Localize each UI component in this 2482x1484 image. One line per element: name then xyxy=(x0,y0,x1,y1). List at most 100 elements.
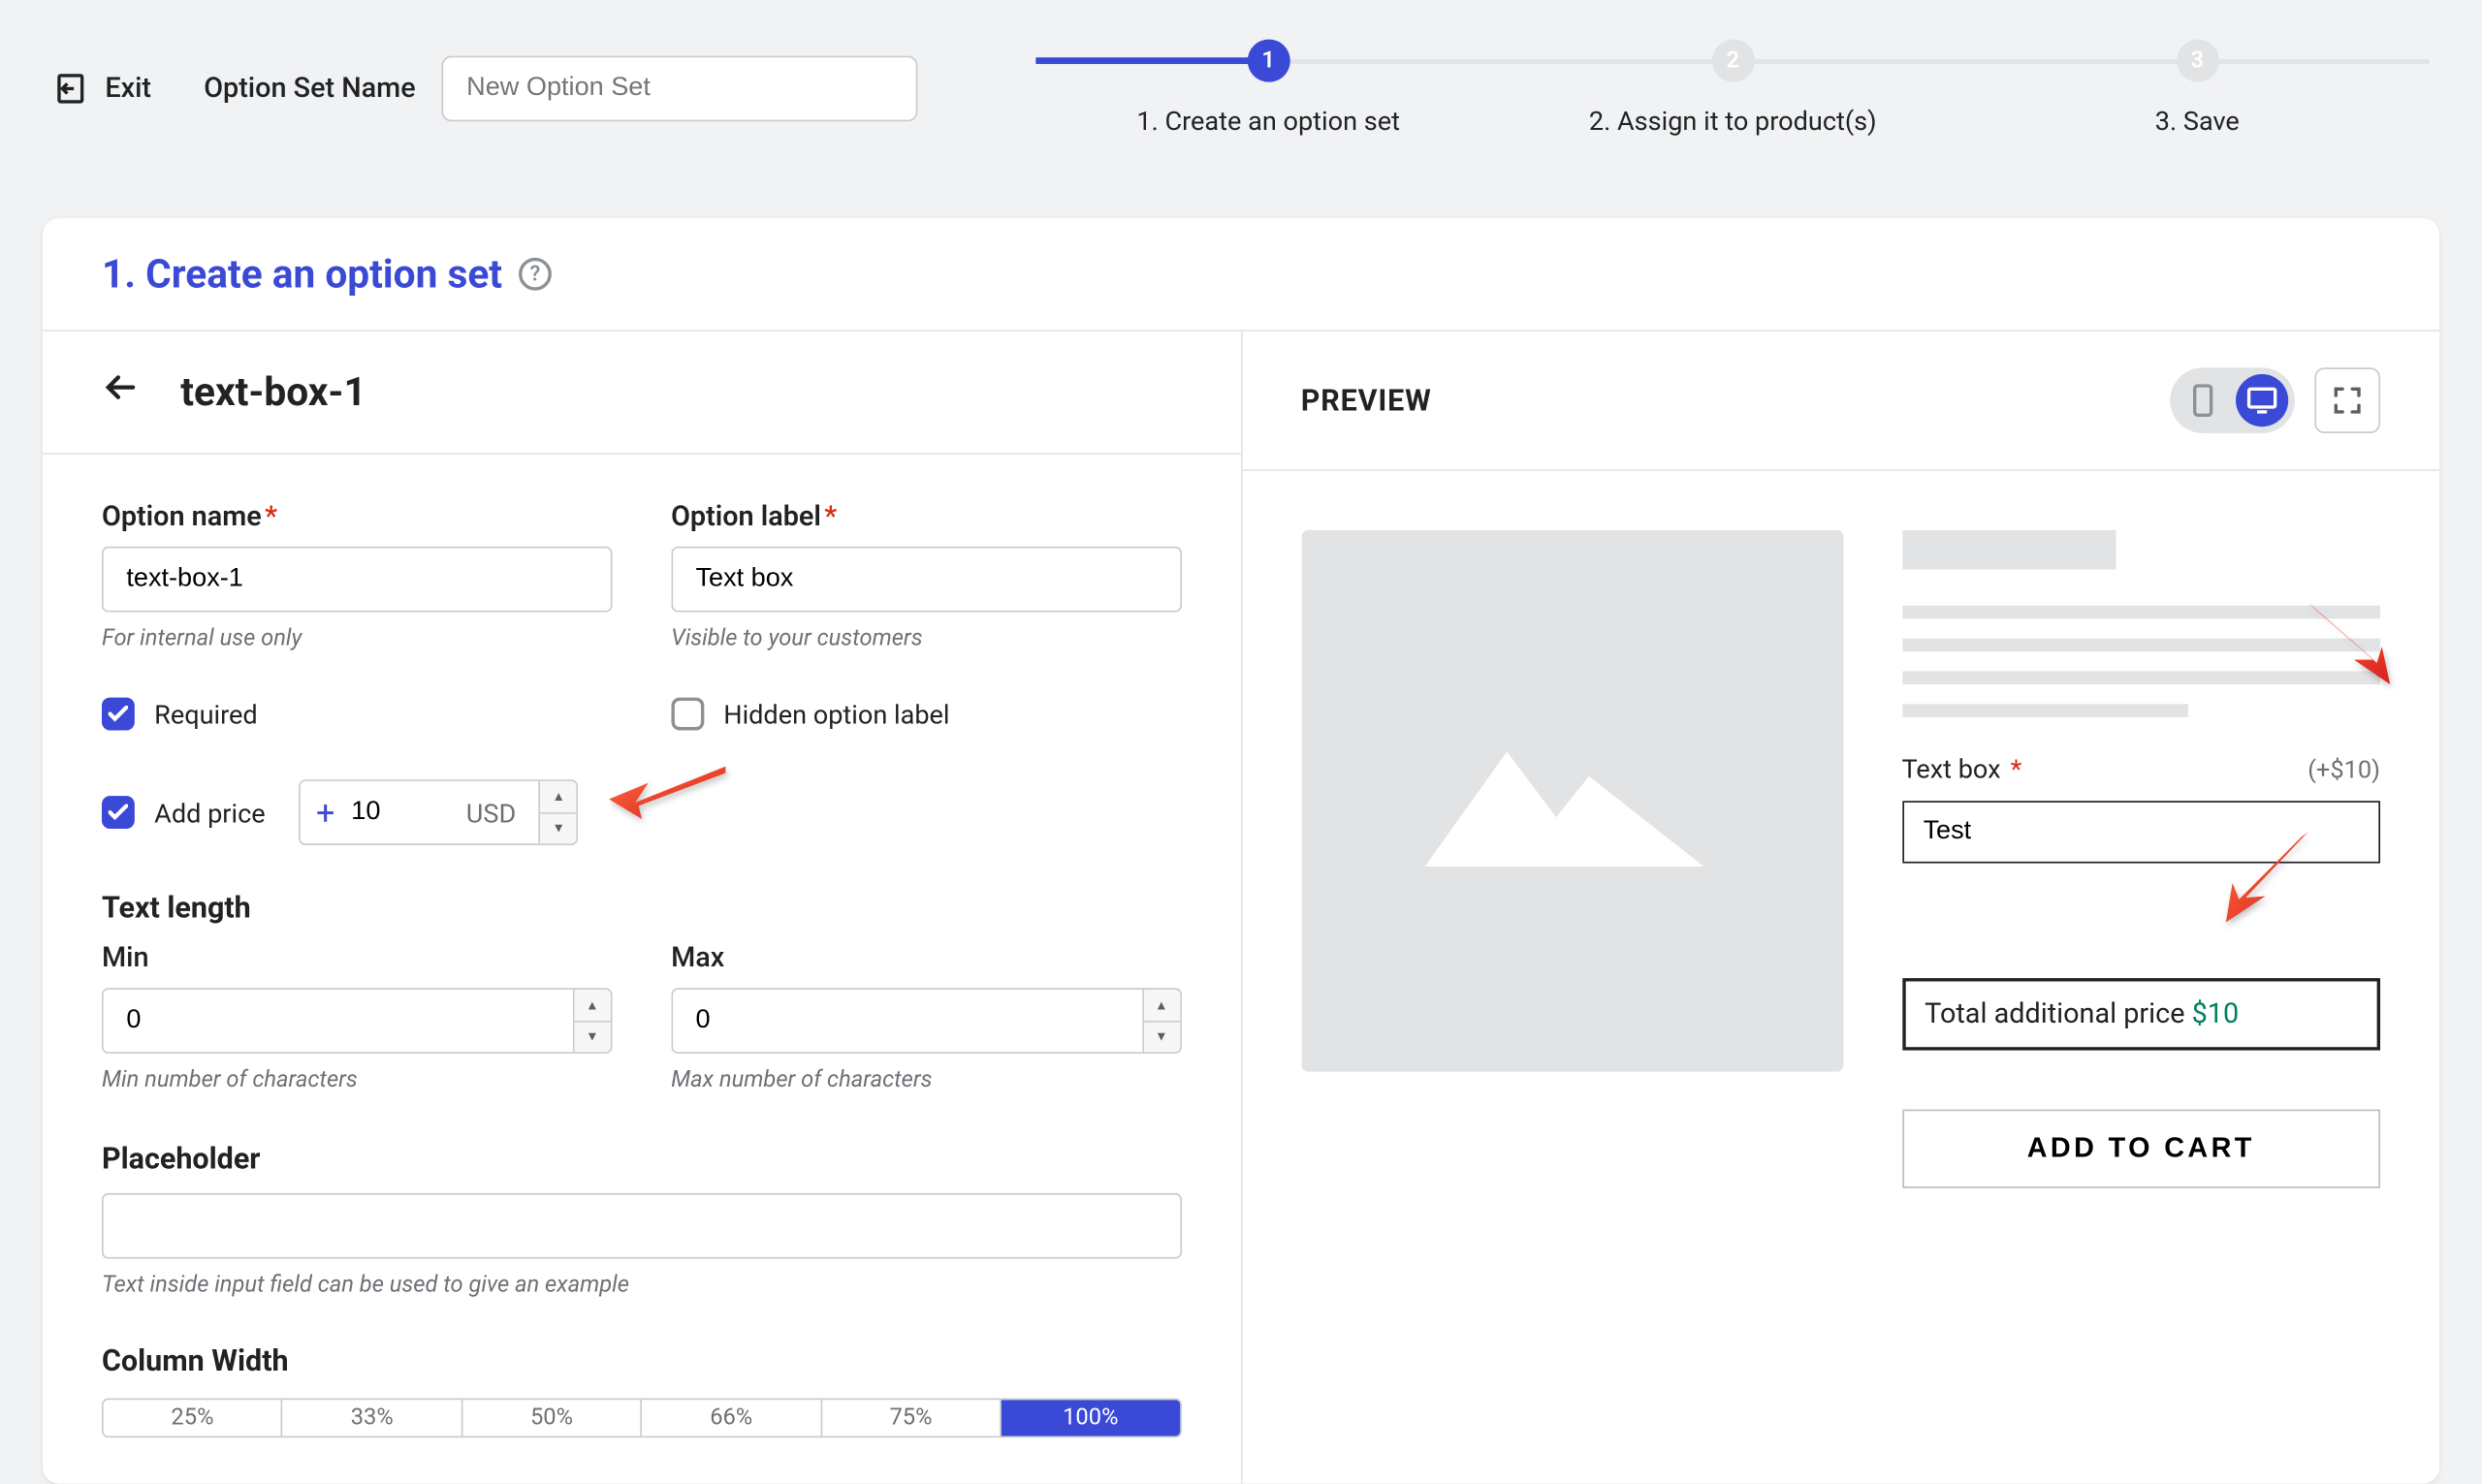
option-name-input[interactable] xyxy=(102,547,612,613)
preview-label: PREVIEW xyxy=(1301,383,1432,418)
plus-icon: + xyxy=(300,793,351,833)
skeleton-line xyxy=(1901,671,2380,684)
preview-details: Text box * (+$10) Total additional price… xyxy=(1901,530,2380,1188)
preview-controls xyxy=(2170,367,2380,433)
hidden-label-checkbox-row: Hidden option label xyxy=(671,698,1181,731)
option-set-name-section: Option Set Name xyxy=(204,55,918,121)
col-33[interactable]: 33% xyxy=(283,1400,462,1436)
add-price-checkbox[interactable] xyxy=(102,796,135,829)
step-3-circle: 3 xyxy=(2176,40,2218,82)
skeleton-line xyxy=(1901,704,2188,717)
exit-label: Exit xyxy=(105,72,151,105)
desktop-view-button[interactable] xyxy=(2236,374,2288,426)
col-66[interactable]: 66% xyxy=(642,1400,821,1436)
required-checkbox-row: Required xyxy=(102,698,612,731)
max-help: Max number of characters xyxy=(671,1067,1181,1093)
add-price-row: Add price + USD ▲ ▼ xyxy=(102,779,1181,845)
preview-side: PREVIEW xyxy=(1242,332,2439,1484)
option-name-field: Option name* For internal use only xyxy=(102,500,612,651)
add-to-cart-button[interactable]: ADD TO CART xyxy=(1901,1110,2380,1188)
max-input[interactable] xyxy=(673,990,1142,1052)
price-spinner: ▲ ▼ xyxy=(539,781,577,843)
hidden-label: Hidden option label xyxy=(723,698,949,729)
preview-header: PREVIEW xyxy=(1242,332,2439,471)
price-spinner-up[interactable]: ▲ xyxy=(541,781,577,813)
step-2-circle: 2 xyxy=(1711,40,1754,82)
max-field: Max ▲ ▼ Max number of characters xyxy=(671,942,1181,1093)
column-width-options: 25% 33% 50% 66% 75% 100% xyxy=(102,1399,1181,1438)
option-name-help: For internal use only xyxy=(102,625,612,651)
mobile-view-button[interactable] xyxy=(2177,374,2229,426)
fullscreen-button[interactable] xyxy=(2314,367,2380,433)
col-50[interactable]: 50% xyxy=(462,1400,642,1436)
option-label-field: Option label* Visible to your customers xyxy=(671,500,1181,651)
panel-title: 1. Create an option set xyxy=(102,251,502,297)
step-3-label: 3. Save xyxy=(2155,105,2240,136)
required-checkbox[interactable] xyxy=(102,698,135,731)
total-price-box: Total additional price $10 xyxy=(1901,978,2380,1050)
placeholder-help: Text inside input field can be used to g… xyxy=(102,1272,1181,1298)
price-input[interactable] xyxy=(351,798,443,827)
form-body: Option name* For internal use only Optio… xyxy=(43,455,1240,1484)
max-spinner-down[interactable]: ▼ xyxy=(1143,1022,1179,1052)
add-price-label: Add price xyxy=(154,797,265,828)
top-bar: Exit Option Set Name 1 1. Create an opti… xyxy=(0,0,2482,137)
min-spinner-down[interactable]: ▼ xyxy=(574,1022,610,1052)
placeholder-input[interactable] xyxy=(102,1193,1181,1259)
price-input-wrap: + USD ▲ ▼ xyxy=(298,779,578,845)
required-label: Required xyxy=(154,698,258,729)
preview-body: Text box * (+$10) Total additional price… xyxy=(1242,471,2439,1247)
device-toggle xyxy=(2170,367,2295,433)
form-title: text-box-1 xyxy=(180,369,366,415)
skeleton-title xyxy=(1901,530,2115,570)
hidden-label-checkbox[interactable] xyxy=(671,698,704,731)
col-25[interactable]: 25% xyxy=(104,1400,283,1436)
skeleton-line xyxy=(1901,606,2380,619)
option-label-help: Visible to your customers xyxy=(671,625,1181,651)
back-arrow-icon[interactable] xyxy=(102,367,142,417)
annotation-arrow-1 xyxy=(602,753,733,841)
placeholder-label: Placeholder xyxy=(102,1142,1181,1177)
option-label-label: Option label* xyxy=(671,500,1181,533)
max-spinner-up[interactable]: ▲ xyxy=(1143,990,1179,1022)
stepper: 1 1. Create an option set 2 2. Assign it… xyxy=(1036,40,2430,137)
exit-button[interactable]: Exit xyxy=(52,70,151,106)
step-2-label: 2. Assign it to product(s) xyxy=(1589,105,1877,136)
currency-label: USD xyxy=(443,797,539,828)
preview-price-add: (+$10) xyxy=(2307,754,2380,783)
step-2[interactable]: 2 2. Assign it to product(s) xyxy=(1501,40,1965,137)
panel-header: 1. Create an option set ? xyxy=(43,218,2439,332)
preview-text-input[interactable] xyxy=(1901,801,2380,863)
col-100[interactable]: 100% xyxy=(1002,1400,1180,1436)
form-side: text-box-1 Option name* For internal use… xyxy=(43,332,1242,1484)
preview-option-label-text: Text box xyxy=(1901,753,2000,784)
column-width-label: Column Width xyxy=(102,1344,1181,1379)
step-3[interactable]: 3 3. Save xyxy=(1965,40,2430,137)
col-75[interactable]: 75% xyxy=(822,1400,1002,1436)
main-panel: 1. Create an option set ? text-box-1 xyxy=(43,218,2439,1483)
max-label: Max xyxy=(671,942,1181,975)
min-spinner-up[interactable]: ▲ xyxy=(574,990,610,1022)
form-header: text-box-1 xyxy=(43,332,1240,455)
option-name-label: Option name* xyxy=(102,500,612,533)
step-1[interactable]: 1 1. Create an option set xyxy=(1036,40,1501,137)
exit-icon xyxy=(52,70,88,106)
total-label: Total additional price xyxy=(1925,997,2191,1030)
min-help: Min number of characters xyxy=(102,1067,612,1093)
text-length-label: Text length xyxy=(102,891,1181,926)
min-input[interactable] xyxy=(104,990,573,1052)
option-set-name-label: Option Set Name xyxy=(204,72,415,105)
option-set-name-input[interactable] xyxy=(442,55,918,121)
price-spinner-down[interactable]: ▼ xyxy=(541,813,577,843)
step-1-circle: 1 xyxy=(1247,40,1289,82)
step-1-label: 1. Create an option set xyxy=(1136,105,1400,136)
option-label-input[interactable] xyxy=(671,547,1181,613)
preview-option-row: Text box * (+$10) xyxy=(1901,753,2380,784)
content: text-box-1 Option name* For internal use… xyxy=(43,332,2439,1484)
max-spinner: ▲ ▼ xyxy=(1142,990,1180,1052)
min-field: Min ▲ ▼ Min number of characters xyxy=(102,942,612,1093)
min-label: Min xyxy=(102,942,612,975)
min-spinner: ▲ ▼ xyxy=(572,990,610,1052)
total-price-value: $10 xyxy=(2192,997,2240,1030)
help-icon[interactable]: ? xyxy=(519,258,552,291)
